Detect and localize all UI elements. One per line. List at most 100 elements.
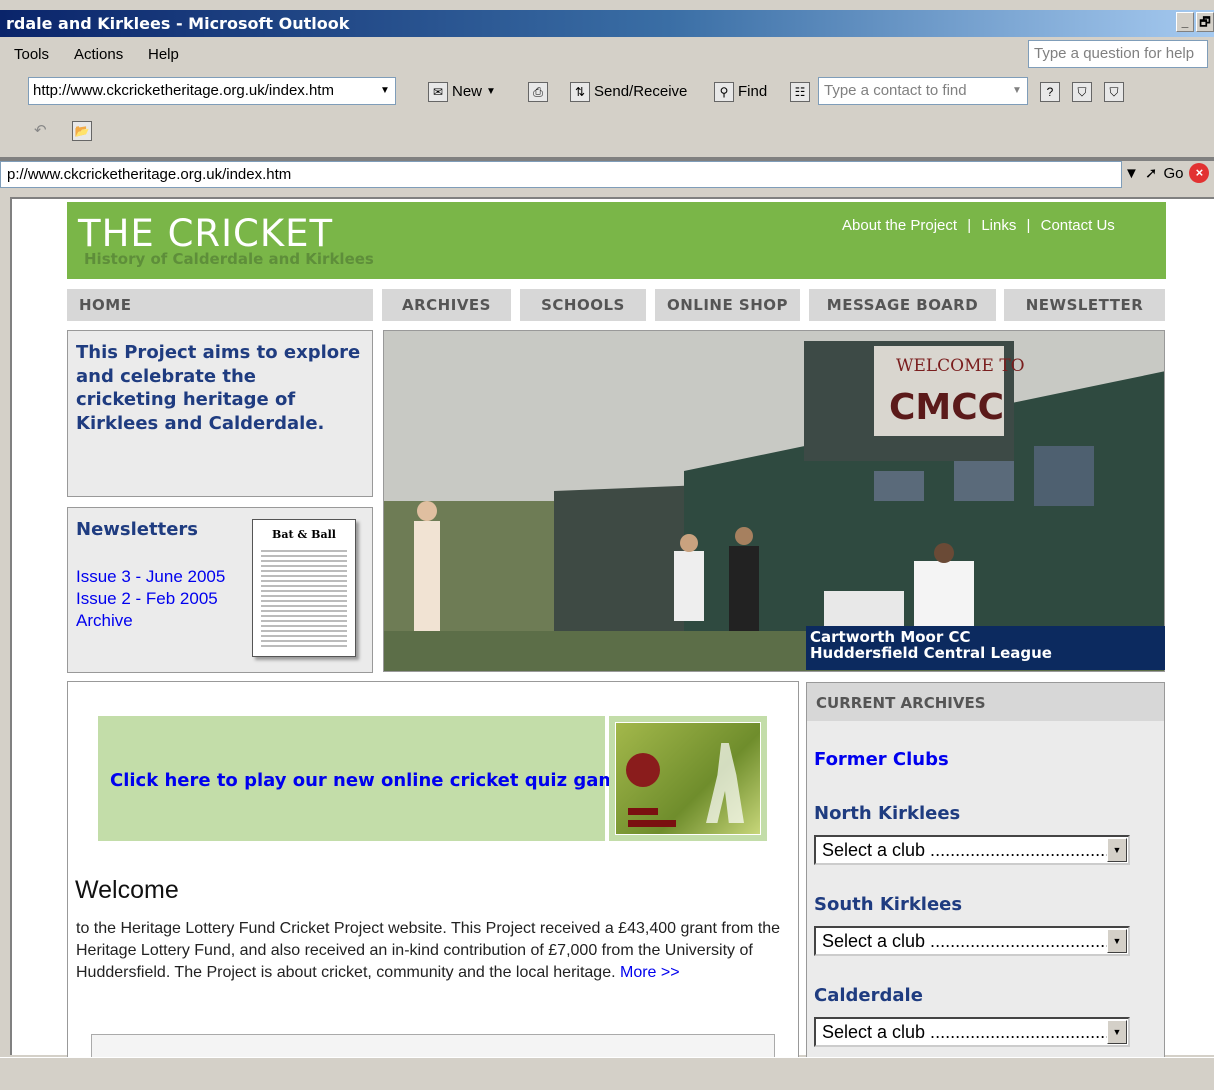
hero-photo: WELCOME TO CMCC [383, 330, 1165, 672]
menu-tools[interactable]: Tools [14, 46, 49, 63]
go-button[interactable]: ▼ ➚ Go × [1124, 163, 1210, 183]
nav-home[interactable]: HOME [67, 289, 373, 321]
find-icon: ⚲ [714, 82, 734, 102]
divider: | [967, 217, 972, 234]
send-receive-label: Send/Receive [594, 83, 688, 100]
site-title[interactable]: THE CRICKET [78, 212, 333, 255]
address-book-button[interactable]: ☷ [790, 80, 810, 104]
quiz-button-shape [628, 820, 676, 827]
window-title-bar: rdale and Kirklees - Microsoft Outlook [0, 10, 1214, 37]
go-arrow-icon: ➚ [1144, 165, 1158, 182]
find-label: Find [738, 83, 768, 100]
undo-icon: ↶ [34, 122, 47, 139]
calderdale-label: Calderdale [814, 985, 923, 1006]
send-receive-icon: ⇅ [570, 82, 590, 102]
top-links: About the Project | Links | Contact Us [842, 217, 1121, 234]
photo-caption: Cartworth Moor CC Huddersfield Central L… [806, 626, 1165, 670]
open-folder-button[interactable]: 📂 [72, 119, 92, 143]
newsletter-masthead: Bat & Ball [272, 528, 336, 541]
pavilion-illustration: WELCOME TO CMCC [384, 331, 1164, 671]
chevron-down-icon[interactable]: ▼ [377, 81, 393, 101]
status-bar [0, 1057, 1214, 1090]
send-receive-button[interactable]: ⇅ Send/Receive [570, 80, 687, 104]
caption-club: Cartworth Moor CC [810, 628, 971, 646]
help-button[interactable]: ? [1040, 80, 1060, 104]
divider: | [1026, 217, 1031, 234]
window-title: rdale and Kirklees - Microsoft Outlook [6, 14, 350, 33]
intro-text: This Project aims to explore and celebra… [76, 342, 361, 434]
shield-gear-icon: ⛉ [1104, 82, 1124, 102]
new-mail-icon: ✉ [428, 82, 448, 102]
nav-online-shop[interactable]: ONLINE SHOP [655, 289, 800, 321]
select-value: Select a club ..........................… [822, 1022, 1121, 1042]
restore-button[interactable]: 🗗 [1196, 12, 1214, 32]
address-book-icon: ☷ [790, 82, 810, 102]
address-input[interactable]: p://www.ckcricketheritage.org.uk/index.h… [0, 161, 1122, 188]
nav-message-board[interactable]: MESSAGE BOARD [809, 289, 996, 321]
window-controls: _ 🗗 [1176, 12, 1214, 32]
new-label: New [452, 83, 483, 100]
find-button[interactable]: ⚲ Find [714, 80, 767, 104]
cricket-ball-icon [626, 753, 660, 787]
printer-icon: ⎙ [528, 82, 548, 102]
chevron-down-icon[interactable]: ▼ [1107, 929, 1127, 953]
newsletter-issue-3-link[interactable]: Issue 3 - June 2005 [76, 567, 225, 587]
links-link[interactable]: Links [981, 217, 1016, 234]
caption-league: Huddersfield Central League [810, 644, 1052, 662]
secondary-toolbar: ↶ 📂 [0, 111, 1214, 151]
newsletter-columns [261, 547, 347, 647]
contact-link[interactable]: Contact Us [1041, 217, 1115, 234]
calderdale-select[interactable]: Select a club ..........................… [814, 1017, 1130, 1047]
south-kirklees-select[interactable]: Select a club ..........................… [814, 926, 1130, 956]
nav-schools[interactable]: SCHOOLS [520, 289, 646, 321]
options-button[interactable]: ⛉ [1104, 80, 1124, 104]
undo-button[interactable]: ↶ [34, 119, 47, 143]
new-button[interactable]: ✉ New ▼ [428, 80, 496, 104]
print-button[interactable]: ⎙ [528, 80, 548, 104]
more-link[interactable]: More >> [620, 964, 680, 981]
help-icon: ? [1040, 82, 1060, 102]
select-value: Select a club ..........................… [822, 840, 1121, 860]
web-url-value: http://www.ckcricketheritage.org.uk/inde… [33, 82, 334, 99]
nav-archives[interactable]: ARCHIVES [382, 289, 511, 321]
contact-search-input[interactable]: Type a contact to find ▼ [818, 77, 1028, 105]
menu-actions[interactable]: Actions [74, 46, 123, 63]
welcome-heading: Welcome [75, 876, 179, 904]
quiz-link[interactable]: Click here to play our new online cricke… [110, 770, 629, 791]
archives-heading: CURRENT ARCHIVES [807, 683, 1164, 721]
security-button[interactable]: ⛉ [1072, 80, 1092, 104]
quiz-thumbnail[interactable] [609, 716, 767, 841]
former-clubs-link[interactable]: Former Clubs [814, 749, 949, 770]
south-kirklees-label: South Kirklees [814, 894, 963, 915]
select-value: Select a club ..........................… [822, 931, 1121, 951]
go-label: Go [1163, 164, 1184, 182]
batsman-silhouette-icon [706, 743, 744, 823]
newsletter-issue-2-link[interactable]: Issue 2 - Feb 2005 [76, 589, 218, 609]
stop-icon[interactable]: × [1189, 163, 1210, 183]
quiz-image [615, 722, 761, 835]
welcome-text: to the Heritage Lottery Fund Cricket Pro… [76, 918, 796, 984]
sign-text-1: WELCOME TO [896, 356, 1025, 376]
shield-icon: ⛉ [1072, 82, 1092, 102]
folder-icon: 📂 [72, 121, 92, 141]
minimize-button[interactable]: _ [1176, 12, 1194, 32]
chevron-down-icon[interactable]: ▼ [1107, 838, 1127, 862]
site-subtitle: History of Calderdale and Kirklees [84, 250, 374, 268]
chevron-down-icon[interactable]: ▼ [1107, 1020, 1127, 1044]
north-kirklees-label: North Kirklees [814, 803, 961, 824]
nav-newsletter[interactable]: NEWSLETTER [1004, 289, 1165, 321]
quiz-button-shape [628, 808, 658, 815]
about-link[interactable]: About the Project [842, 217, 957, 234]
north-kirklees-select[interactable]: Select a club ..........................… [814, 835, 1130, 865]
chevron-down-icon[interactable]: ▼ [1009, 81, 1025, 101]
dropdown-icon[interactable]: ▼ [1124, 165, 1139, 182]
newsletters-title: Newsletters [76, 519, 199, 540]
help-search-input[interactable]: Type a question for help [1028, 40, 1208, 68]
web-url-combo[interactable]: http://www.ckcricketheritage.org.uk/inde… [28, 77, 396, 105]
chevron-down-icon[interactable]: ▼ [486, 80, 496, 104]
newsletter-thumbnail[interactable]: Bat & Ball [252, 519, 356, 657]
menu-help[interactable]: Help [148, 46, 179, 63]
contact-placeholder: Type a contact to find [824, 82, 967, 99]
newsletter-archive-link[interactable]: Archive [76, 611, 133, 631]
sign-text-2: CMCC [889, 387, 1004, 428]
